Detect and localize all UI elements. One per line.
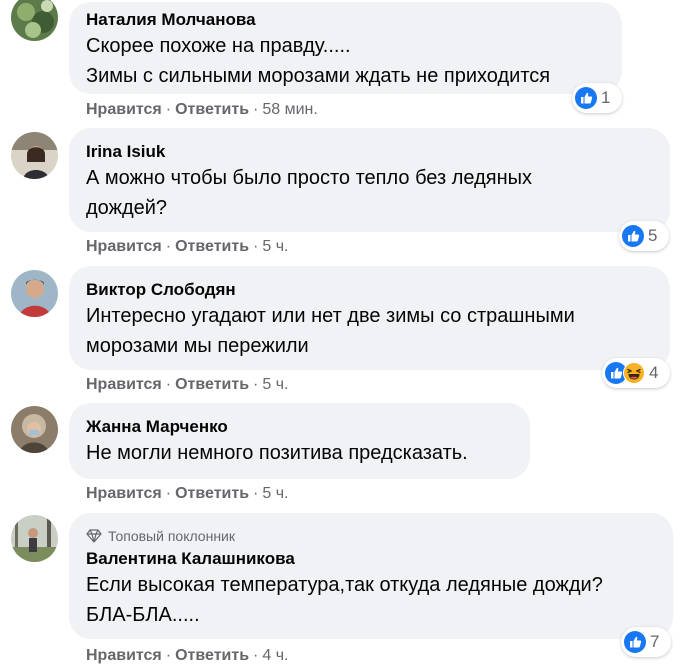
comment-text: Не могли немного позитива предсказать. — [86, 442, 468, 464]
like-link[interactable]: Нравится — [86, 237, 162, 257]
reply-link[interactable]: Ответить — [175, 375, 249, 395]
haha-icon — [623, 362, 645, 384]
avatar[interactable] — [11, 515, 58, 562]
reaction-summary[interactable]: 1 — [572, 83, 622, 113]
diamond-icon — [86, 529, 102, 543]
avatar[interactable] — [11, 132, 58, 179]
comment-time[interactable]: 4 ч. — [262, 646, 288, 666]
reaction-summary[interactable]: 7 — [621, 627, 671, 657]
like-icon — [575, 87, 597, 109]
reaction-summary[interactable]: 4 — [602, 358, 670, 388]
separator: · — [253, 376, 259, 393]
like-icon — [622, 225, 644, 247]
comment-author[interactable]: Жанна Марченко — [86, 416, 512, 438]
separator: · — [165, 485, 172, 502]
comment-author[interactable]: Наталия Молчанова — [86, 9, 604, 31]
like-link[interactable]: Нравится — [86, 646, 162, 666]
separator: · — [165, 101, 172, 118]
avatar[interactable] — [11, 406, 58, 453]
comment-bubble: Наталия Молчанова Скорее похоже на правд… — [69, 2, 622, 94]
comment-time[interactable]: 58 мин. — [262, 100, 317, 120]
comment-bubble: Виктор Слободян Интересно угадают или не… — [69, 266, 670, 370]
reaction-count: 1 — [601, 88, 611, 107]
comment-author[interactable]: Валентина Калашникова — [86, 548, 655, 570]
like-link[interactable]: Нравится — [86, 100, 162, 120]
comment-time[interactable]: 5 ч. — [262, 237, 288, 257]
avatar[interactable] — [11, 270, 58, 317]
comment-bubble: Irina Isiuk А можно чтобы было просто те… — [69, 128, 670, 232]
separator: · — [165, 238, 172, 255]
like-link[interactable]: Нравится — [86, 484, 162, 504]
reply-link[interactable]: Ответить — [175, 646, 249, 666]
comment-text: А можно чтобы было просто тепло без ледя… — [86, 167, 532, 219]
like-icon — [624, 631, 646, 653]
comment-author[interactable]: Виктор Слободян — [86, 279, 652, 301]
comment-text: Если высокая температура,так откуда ледя… — [86, 574, 603, 626]
comment-bubble: Топовый поклонник Валентина Калашникова … — [69, 513, 673, 639]
reply-link[interactable]: Ответить — [175, 100, 249, 120]
reaction-summary[interactable]: 5 — [619, 221, 669, 251]
top-fan-badge[interactable]: Топовый поклонник — [86, 526, 655, 546]
separator: · — [253, 101, 259, 118]
comment-bubble: Жанна Марченко Не могли немного позитива… — [69, 403, 530, 479]
badge-label: Топовый поклонник — [108, 528, 235, 544]
comment-actions: Нравится · Ответить · 4 ч. — [86, 646, 288, 666]
like-link[interactable]: Нравится — [86, 375, 162, 395]
reaction-count: 5 — [648, 226, 658, 245]
reaction-count: 4 — [649, 363, 659, 382]
reaction-count: 7 — [650, 632, 660, 651]
comment-time[interactable]: 5 ч. — [262, 484, 288, 504]
comment-text: Скорее похоже на правду..... Зимы с силь… — [86, 35, 551, 87]
separator: · — [165, 647, 172, 664]
avatar[interactable] — [11, 0, 58, 41]
reply-link[interactable]: Ответить — [175, 484, 249, 504]
comment-text: Интересно угадают или нет две зимы со ст… — [86, 305, 575, 357]
comment-actions: Нравится · Ответить · 5 ч. — [86, 375, 288, 395]
comment-time[interactable]: 5 ч. — [262, 375, 288, 395]
separator: · — [165, 376, 172, 393]
comment-actions: Нравится · Ответить · 58 мин. — [86, 100, 318, 120]
reply-link[interactable]: Ответить — [175, 237, 249, 257]
comment-author[interactable]: Irina Isiuk — [86, 141, 652, 163]
separator: · — [253, 647, 259, 664]
separator: · — [253, 485, 259, 502]
comment-actions: Нравится · Ответить · 5 ч. — [86, 237, 288, 257]
comment-actions: Нравится · Ответить · 5 ч. — [86, 484, 288, 504]
separator: · — [253, 238, 259, 255]
